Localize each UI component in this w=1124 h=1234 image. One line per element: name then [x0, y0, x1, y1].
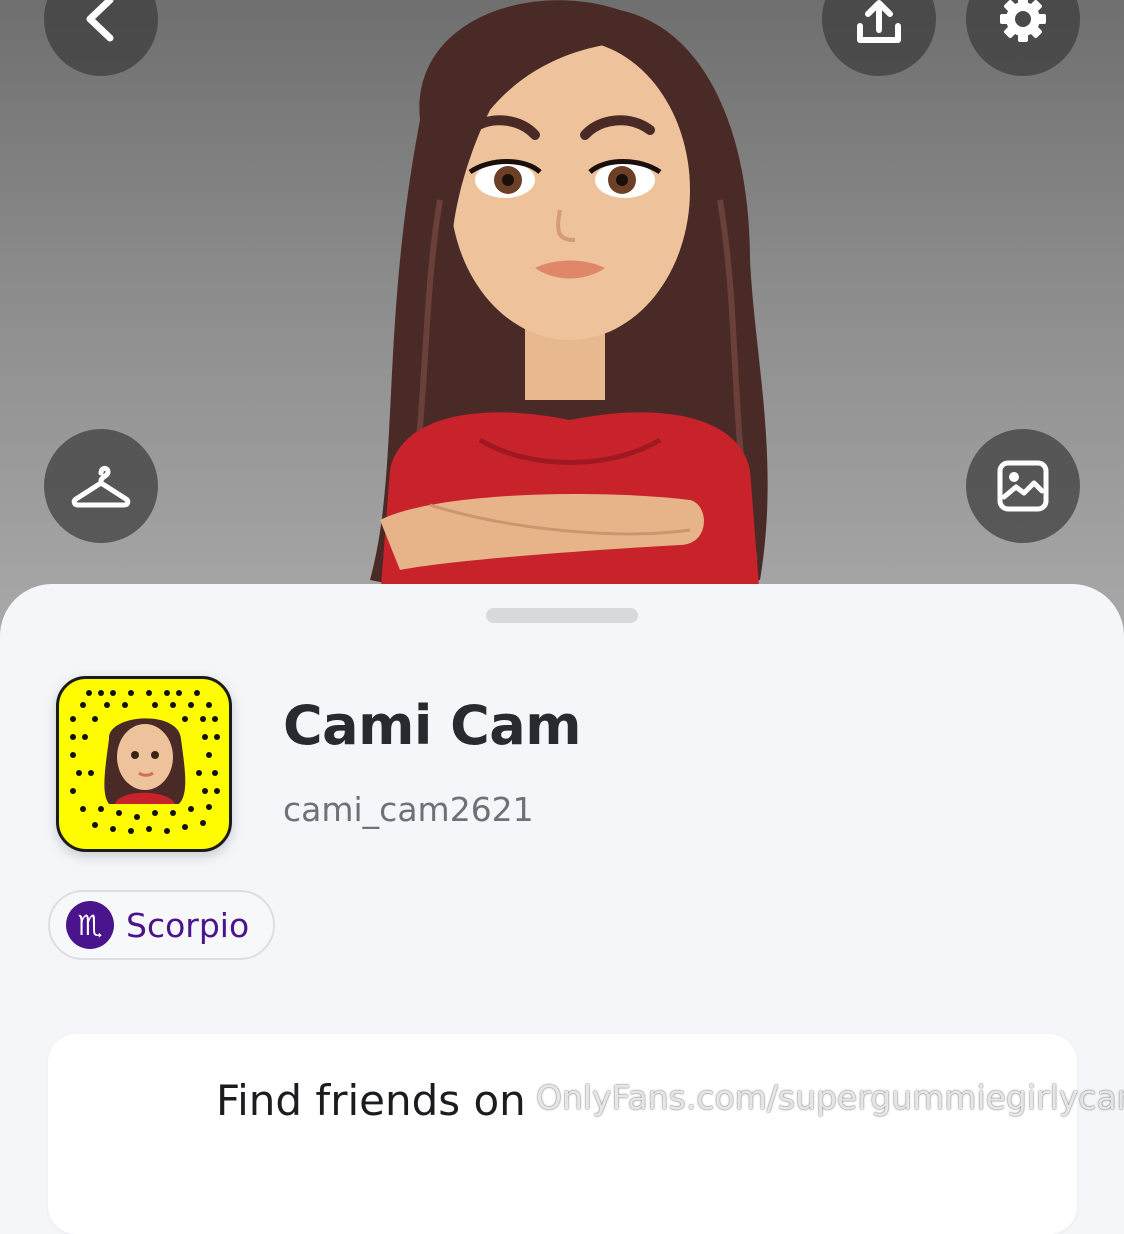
snapcode-pattern	[70, 690, 220, 834]
find-friends-title: Find friends on	[216, 1076, 526, 1125]
zodiac-label: Scorpio	[126, 905, 250, 945]
hanger-icon	[71, 465, 131, 508]
bitmoji-hero	[0, 0, 1124, 640]
sheet-drag-handle[interactable]	[486, 608, 638, 623]
background-button[interactable]	[966, 429, 1080, 543]
settings-button[interactable]	[966, 0, 1080, 76]
profile-sheet: Cami Cam cami_cam2621 ♏ Scorpio Find fri…	[0, 584, 1124, 1234]
chevron-left-icon	[86, 0, 114, 42]
watermark-text: OnlyFans.com/supergummiegirlycami	[536, 1078, 1124, 1117]
outfit-button[interactable]	[44, 429, 158, 543]
gear-icon	[1000, 0, 1046, 42]
zodiac-chip[interactable]: ♏ Scorpio	[48, 890, 276, 960]
image-icon	[997, 460, 1049, 512]
share-button[interactable]	[822, 0, 936, 76]
scorpio-icon: ♏	[66, 901, 114, 949]
username[interactable]: cami_cam2621	[283, 790, 534, 829]
bitmoji-avatar	[370, 0, 768, 600]
snapcode-bitmoji	[104, 718, 186, 804]
back-button[interactable]	[44, 0, 158, 76]
snapcode[interactable]	[56, 676, 232, 852]
display-name: Cami Cam	[283, 694, 581, 757]
find-friends-card[interactable]: Find friends on	[48, 1034, 1077, 1234]
share-upload-icon	[857, 0, 901, 43]
